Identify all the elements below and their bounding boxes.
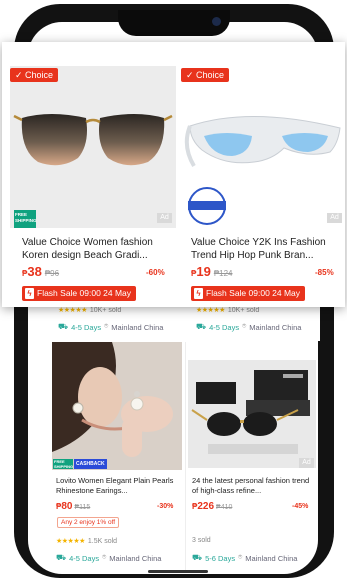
promo-chip[interactable]: Any 2 enjoy 1% off bbox=[57, 517, 120, 528]
truck-icon: ⛟ bbox=[56, 553, 67, 562]
delivery-days: 4-5 Days bbox=[209, 322, 240, 332]
guarantee-seal-icon bbox=[188, 187, 226, 225]
grid-divider bbox=[185, 342, 186, 570]
location-pin-icon: ⌾ bbox=[238, 554, 243, 561]
delivery-days: 4-5 Days bbox=[69, 553, 100, 563]
lowest-price-guarantee-badge bbox=[186, 186, 228, 225]
star-rating-icon: ★★★★★ bbox=[196, 307, 225, 314]
ad-tag: Ad bbox=[327, 213, 342, 223]
bg-right-rating-row: ★★★★★ 10K+ sold bbox=[196, 306, 260, 315]
front-camera bbox=[212, 17, 221, 26]
discount-label: -60% bbox=[146, 268, 165, 277]
ship-location: Mainland China bbox=[245, 553, 298, 563]
delivery-days: 4-5 Days bbox=[71, 322, 102, 332]
lightning-icon: ϟ bbox=[194, 288, 203, 299]
discount-label: -85% bbox=[315, 268, 334, 277]
sold-count: 1.5K sold bbox=[87, 537, 118, 545]
product-image-sunglasses-box[interactable] bbox=[188, 360, 316, 468]
product-title[interactable]: 24 the latest personal fashion trend of … bbox=[192, 476, 310, 496]
delivery-row: ⛟ 4-5 Days ⌾ Mainland China bbox=[56, 553, 161, 563]
location-pin-icon: ⌾ bbox=[104, 323, 109, 330]
original-price: ₱96 bbox=[44, 269, 60, 278]
bg-right-delivery-row: ⛟ 4-5 Days ⌾ Mainland China bbox=[196, 322, 301, 332]
rating-row: ★★★★★ 1.5K sold bbox=[56, 537, 118, 546]
original-price: ₱124 bbox=[213, 269, 233, 278]
star-rating-icon: ★★★★★ bbox=[56, 538, 85, 545]
original-price: ₱410 bbox=[216, 504, 233, 511]
sold-count: 10K+ sold bbox=[227, 306, 260, 314]
ship-location: Mainland China bbox=[111, 322, 164, 332]
product-price-row: ₱80 ₱115 bbox=[56, 501, 90, 512]
delivery-row: ⛟ 5-6 Days ⌾ Mainland China bbox=[192, 553, 297, 563]
current-price: ₱80 bbox=[56, 501, 73, 512]
prada-sunglasses-image bbox=[188, 360, 316, 468]
ship-location: Mainland China bbox=[249, 322, 302, 332]
ad-tag: Ad bbox=[157, 213, 172, 223]
current-price: ₱38 bbox=[22, 264, 42, 279]
product-price-row: ₱19 ₱124 bbox=[191, 264, 233, 279]
truck-icon: ⛟ bbox=[58, 322, 69, 331]
location-pin-icon: ⌾ bbox=[242, 323, 247, 330]
truck-icon: ⛟ bbox=[196, 322, 207, 331]
ship-location: Mainland China bbox=[109, 553, 162, 563]
sold-count: 10K+ sold bbox=[89, 306, 122, 314]
flash-sale-text: Flash Sale 09:00 24 May bbox=[37, 288, 132, 298]
star-rating-icon: ★★★★★ bbox=[58, 307, 87, 314]
discount-label: -45% bbox=[292, 503, 309, 510]
sold-row: 3 sold bbox=[192, 537, 211, 544]
product-title[interactable]: Lovito Women Elegant Plain Pearls Rhines… bbox=[56, 476, 174, 496]
product-title[interactable]: Value Choice Y2K Ins Fashion Trend Hip H… bbox=[191, 236, 347, 262]
free-shipping-badge: FREE SHIPPING bbox=[53, 459, 74, 469]
rimless-sunglasses-image bbox=[10, 66, 176, 228]
product-title[interactable]: Value Choice Women fashion Koren design … bbox=[22, 236, 180, 262]
original-price: ₱115 bbox=[74, 504, 91, 511]
product-price-row: ₱38 ₱96 bbox=[22, 264, 59, 279]
product-price-row: ₱226 ₱410 bbox=[192, 501, 232, 512]
flash-sale-badge[interactable]: ϟ Flash Sale 09:00 24 May bbox=[191, 286, 306, 301]
current-price: ₱19 bbox=[191, 264, 211, 279]
product-image-earrings[interactable] bbox=[52, 342, 182, 470]
delivery-days: 5-6 Days bbox=[205, 553, 236, 563]
location-pin-icon: ⌾ bbox=[102, 554, 107, 561]
discount-label: -30% bbox=[157, 503, 174, 510]
free-shipping-badge: FREE SHIPPING bbox=[14, 210, 37, 228]
choice-badge: ✓ Choice bbox=[181, 68, 230, 82]
lightning-icon: ϟ bbox=[25, 288, 34, 299]
pearl-earrings-image bbox=[52, 342, 182, 470]
product-image-gradient-sunglasses[interactable] bbox=[10, 66, 176, 228]
flash-sale-text: Flash Sale 09:00 24 May bbox=[206, 288, 301, 298]
current-price: ₱226 bbox=[192, 501, 215, 512]
cashback-badge: CASHBACK bbox=[74, 459, 107, 469]
home-indicator bbox=[148, 570, 208, 573]
truck-icon: ⛟ bbox=[192, 553, 203, 562]
sold-count: 3 sold bbox=[192, 537, 211, 544]
ad-tag: Ad bbox=[299, 458, 314, 468]
flash-sale-badge[interactable]: ϟ Flash Sale 09:00 24 May bbox=[22, 286, 137, 301]
bg-left-delivery-row: ⛟ 4-5 Days ⌾ Mainland China bbox=[58, 322, 163, 332]
choice-badge: ✓ Choice bbox=[10, 68, 59, 82]
bg-left-rating-row: ★★★★★ 10K+ sold bbox=[58, 306, 122, 315]
